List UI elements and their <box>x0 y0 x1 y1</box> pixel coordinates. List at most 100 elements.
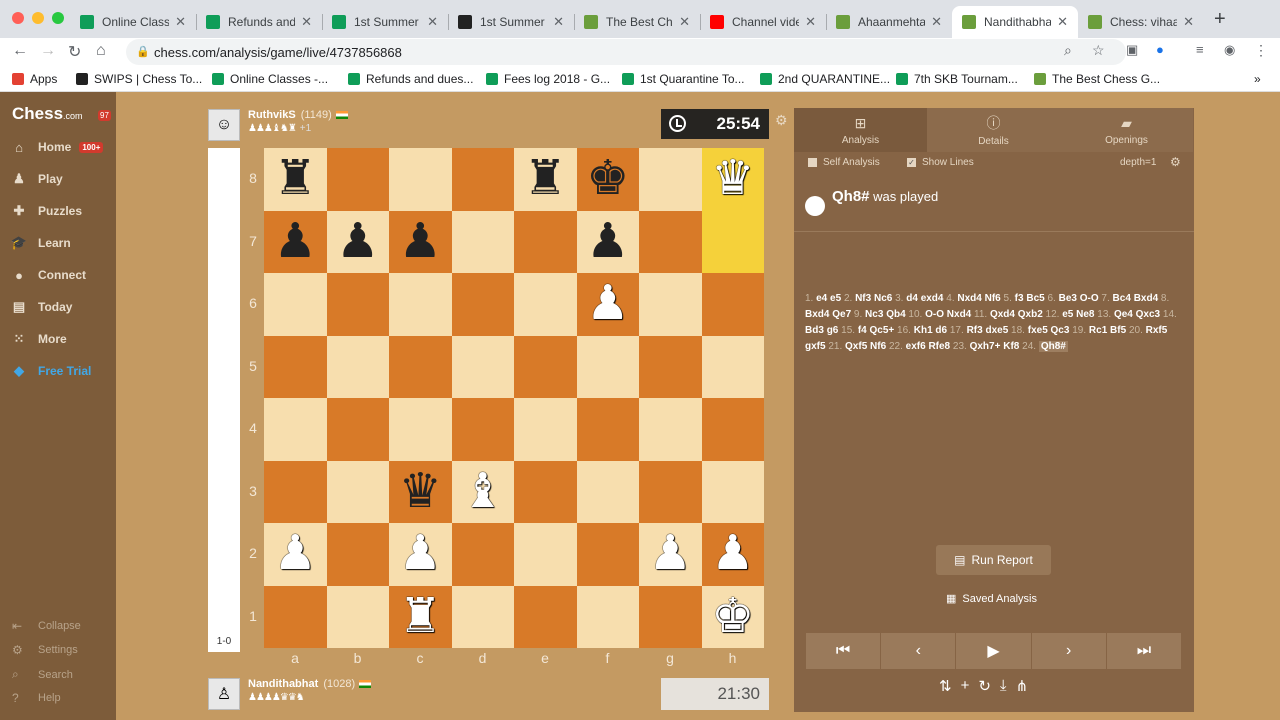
bookmark-item[interactable]: 7th SKB Tournam... <box>896 72 1018 86</box>
move-white[interactable]: Rxf5 <box>1146 325 1168 336</box>
square-a4[interactable] <box>264 398 327 461</box>
square-g5[interactable] <box>639 335 702 398</box>
square-a1[interactable] <box>264 585 327 648</box>
square-e7[interactable] <box>514 210 577 273</box>
sidebar-item-play[interactable]: ♟ Play <box>10 170 63 188</box>
square-b6[interactable] <box>326 273 389 336</box>
square-h2[interactable]: ♟ <box>701 523 764 586</box>
browser-tab[interactable]: Chess: vihaa ✕ <box>1078 6 1204 38</box>
square-a7[interactable]: ♟ <box>264 210 327 273</box>
move-white[interactable]: Kh1 <box>914 325 933 336</box>
move-white[interactable]: Nf3 <box>855 293 871 304</box>
square-c4[interactable] <box>389 398 452 461</box>
download-icon[interactable]: ⤓ <box>1000 677 1007 695</box>
square-f8[interactable]: ♚ <box>576 148 639 211</box>
square-c6[interactable] <box>389 273 452 336</box>
move-white[interactable]: e5 <box>1062 309 1073 320</box>
address-bar[interactable]: 🔒 chess.com/analysis/game/live/473785686… <box>126 39 1126 65</box>
sidebar-item-connect[interactable]: ● Connect <box>10 266 86 284</box>
back-button[interactable]: ← <box>12 42 28 60</box>
piece-a8[interactable]: ♜ <box>274 155 317 203</box>
close-tab-icon[interactable]: ✕ <box>175 14 186 30</box>
close-tab-icon[interactable]: ✕ <box>931 14 942 30</box>
square-f5[interactable] <box>576 335 639 398</box>
move-black[interactable]: Kf8 <box>1003 341 1019 352</box>
bookmark-item[interactable]: Apps <box>12 72 57 86</box>
move-black[interactable]: Nc6 <box>874 293 892 304</box>
piece-c3[interactable]: ♛ <box>399 467 442 516</box>
piece-c2[interactable]: ♟ <box>399 530 442 578</box>
move-black[interactable]: dxe5 <box>985 325 1008 336</box>
sidebar-item-more[interactable]: ⁙ More <box>10 330 67 348</box>
sidebar-help[interactable]: ? Help <box>12 691 61 705</box>
move-black[interactable]: Qb4 <box>886 309 905 320</box>
zoom-icon[interactable]: ⌕ <box>1064 42 1072 59</box>
square-f3[interactable] <box>576 460 639 523</box>
close-tab-icon[interactable]: ✕ <box>679 14 690 30</box>
move-white[interactable]: Qh8# <box>1038 341 1068 352</box>
self-analysis-toggle[interactable]: Self Analysis <box>808 157 880 168</box>
piece-a2[interactable]: ♟ <box>274 530 317 578</box>
square-f7[interactable]: ♟ <box>576 210 639 273</box>
reset-icon[interactable]: ↻ <box>978 677 991 695</box>
square-e8[interactable]: ♜ <box>514 148 577 211</box>
square-a2[interactable]: ♟ <box>264 523 327 586</box>
move-black[interactable]: e5 <box>830 293 841 304</box>
square-b1[interactable] <box>326 585 389 648</box>
move-white[interactable]: Nxd4 <box>957 293 981 304</box>
square-g4[interactable] <box>639 398 702 461</box>
play-button[interactable]: ▶ <box>956 633 1031 669</box>
square-b7[interactable]: ♟ <box>326 210 389 273</box>
move-white[interactable]: Rf3 <box>967 325 983 336</box>
bottom-player-name[interactable]: Nandithabhat <box>248 678 318 690</box>
move-black[interactable]: Nf6 <box>985 293 1001 304</box>
square-a3[interactable] <box>264 460 327 523</box>
move-white[interactable]: Nc3 <box>865 309 883 320</box>
close-tab-icon[interactable]: ✕ <box>553 14 564 30</box>
square-e3[interactable] <box>514 460 577 523</box>
sidebar-item-learn[interactable]: 🎓 Learn <box>10 234 71 252</box>
piece-e8[interactable]: ♜ <box>524 155 567 203</box>
sidebar-search[interactable]: ⌕ Search <box>12 667 73 682</box>
square-e4[interactable] <box>514 398 577 461</box>
sidebar-item-puzzles[interactable]: ✚ Puzzles <box>10 202 82 220</box>
piece-d3[interactable]: ♝ <box>461 467 504 516</box>
move-white[interactable]: Rc1 <box>1089 325 1107 336</box>
square-a8[interactable]: ♜ <box>264 148 327 211</box>
square-d4[interactable] <box>451 398 514 461</box>
square-d1[interactable] <box>451 585 514 648</box>
piece-h1[interactable]: ♚ <box>711 592 754 641</box>
move-black[interactable]: Nf6 <box>870 341 886 352</box>
next-move-button[interactable]: › <box>1031 633 1106 669</box>
square-c7[interactable]: ♟ <box>389 210 452 273</box>
move-black[interactable]: Qe7 <box>832 309 851 320</box>
bookmark-item[interactable]: 1st Quarantine To... <box>622 72 745 86</box>
extension-icon[interactable]: ▣ <box>1126 42 1138 58</box>
run-report-button[interactable]: ▤ Run Report <box>936 545 1051 575</box>
browser-tab[interactable]: Refunds and ✕ <box>196 6 322 38</box>
square-h6[interactable] <box>701 273 764 336</box>
bookmark-item[interactable]: The Best Chess G... <box>1034 72 1160 86</box>
add-icon[interactable]: + <box>961 677 970 695</box>
sidebar-settings[interactable]: ⚙ Settings <box>12 643 78 657</box>
browser-tab[interactable]: 1st Summer T ✕ <box>322 6 448 38</box>
move-white[interactable]: fxe5 <box>1028 325 1048 336</box>
move-white[interactable]: Bxd4 <box>805 309 829 320</box>
menu-icon[interactable]: ⋮ <box>1254 42 1268 59</box>
bookmark-item[interactable]: Refunds and dues... <box>348 72 473 86</box>
move-white[interactable]: f3 <box>1015 293 1024 304</box>
square-d7[interactable] <box>451 210 514 273</box>
piece-h8[interactable]: ♛ <box>711 155 754 203</box>
square-e6[interactable] <box>514 273 577 336</box>
square-h3[interactable] <box>701 460 764 523</box>
piece-h2[interactable]: ♟ <box>711 530 754 578</box>
browser-tab[interactable]: Ahaanmehta ✕ <box>826 6 952 38</box>
move-black[interactable]: Rfe8 <box>928 341 950 352</box>
move-black[interactable]: Nxd4 <box>947 309 971 320</box>
square-a5[interactable] <box>264 335 327 398</box>
move-white[interactable]: exf6 <box>906 341 926 352</box>
square-c3[interactable]: ♛ <box>389 460 452 523</box>
move-black[interactable]: Bf5 <box>1110 325 1126 336</box>
top-player-name[interactable]: RuthvikS <box>248 109 296 121</box>
reload-button[interactable]: ↻ <box>68 42 81 62</box>
